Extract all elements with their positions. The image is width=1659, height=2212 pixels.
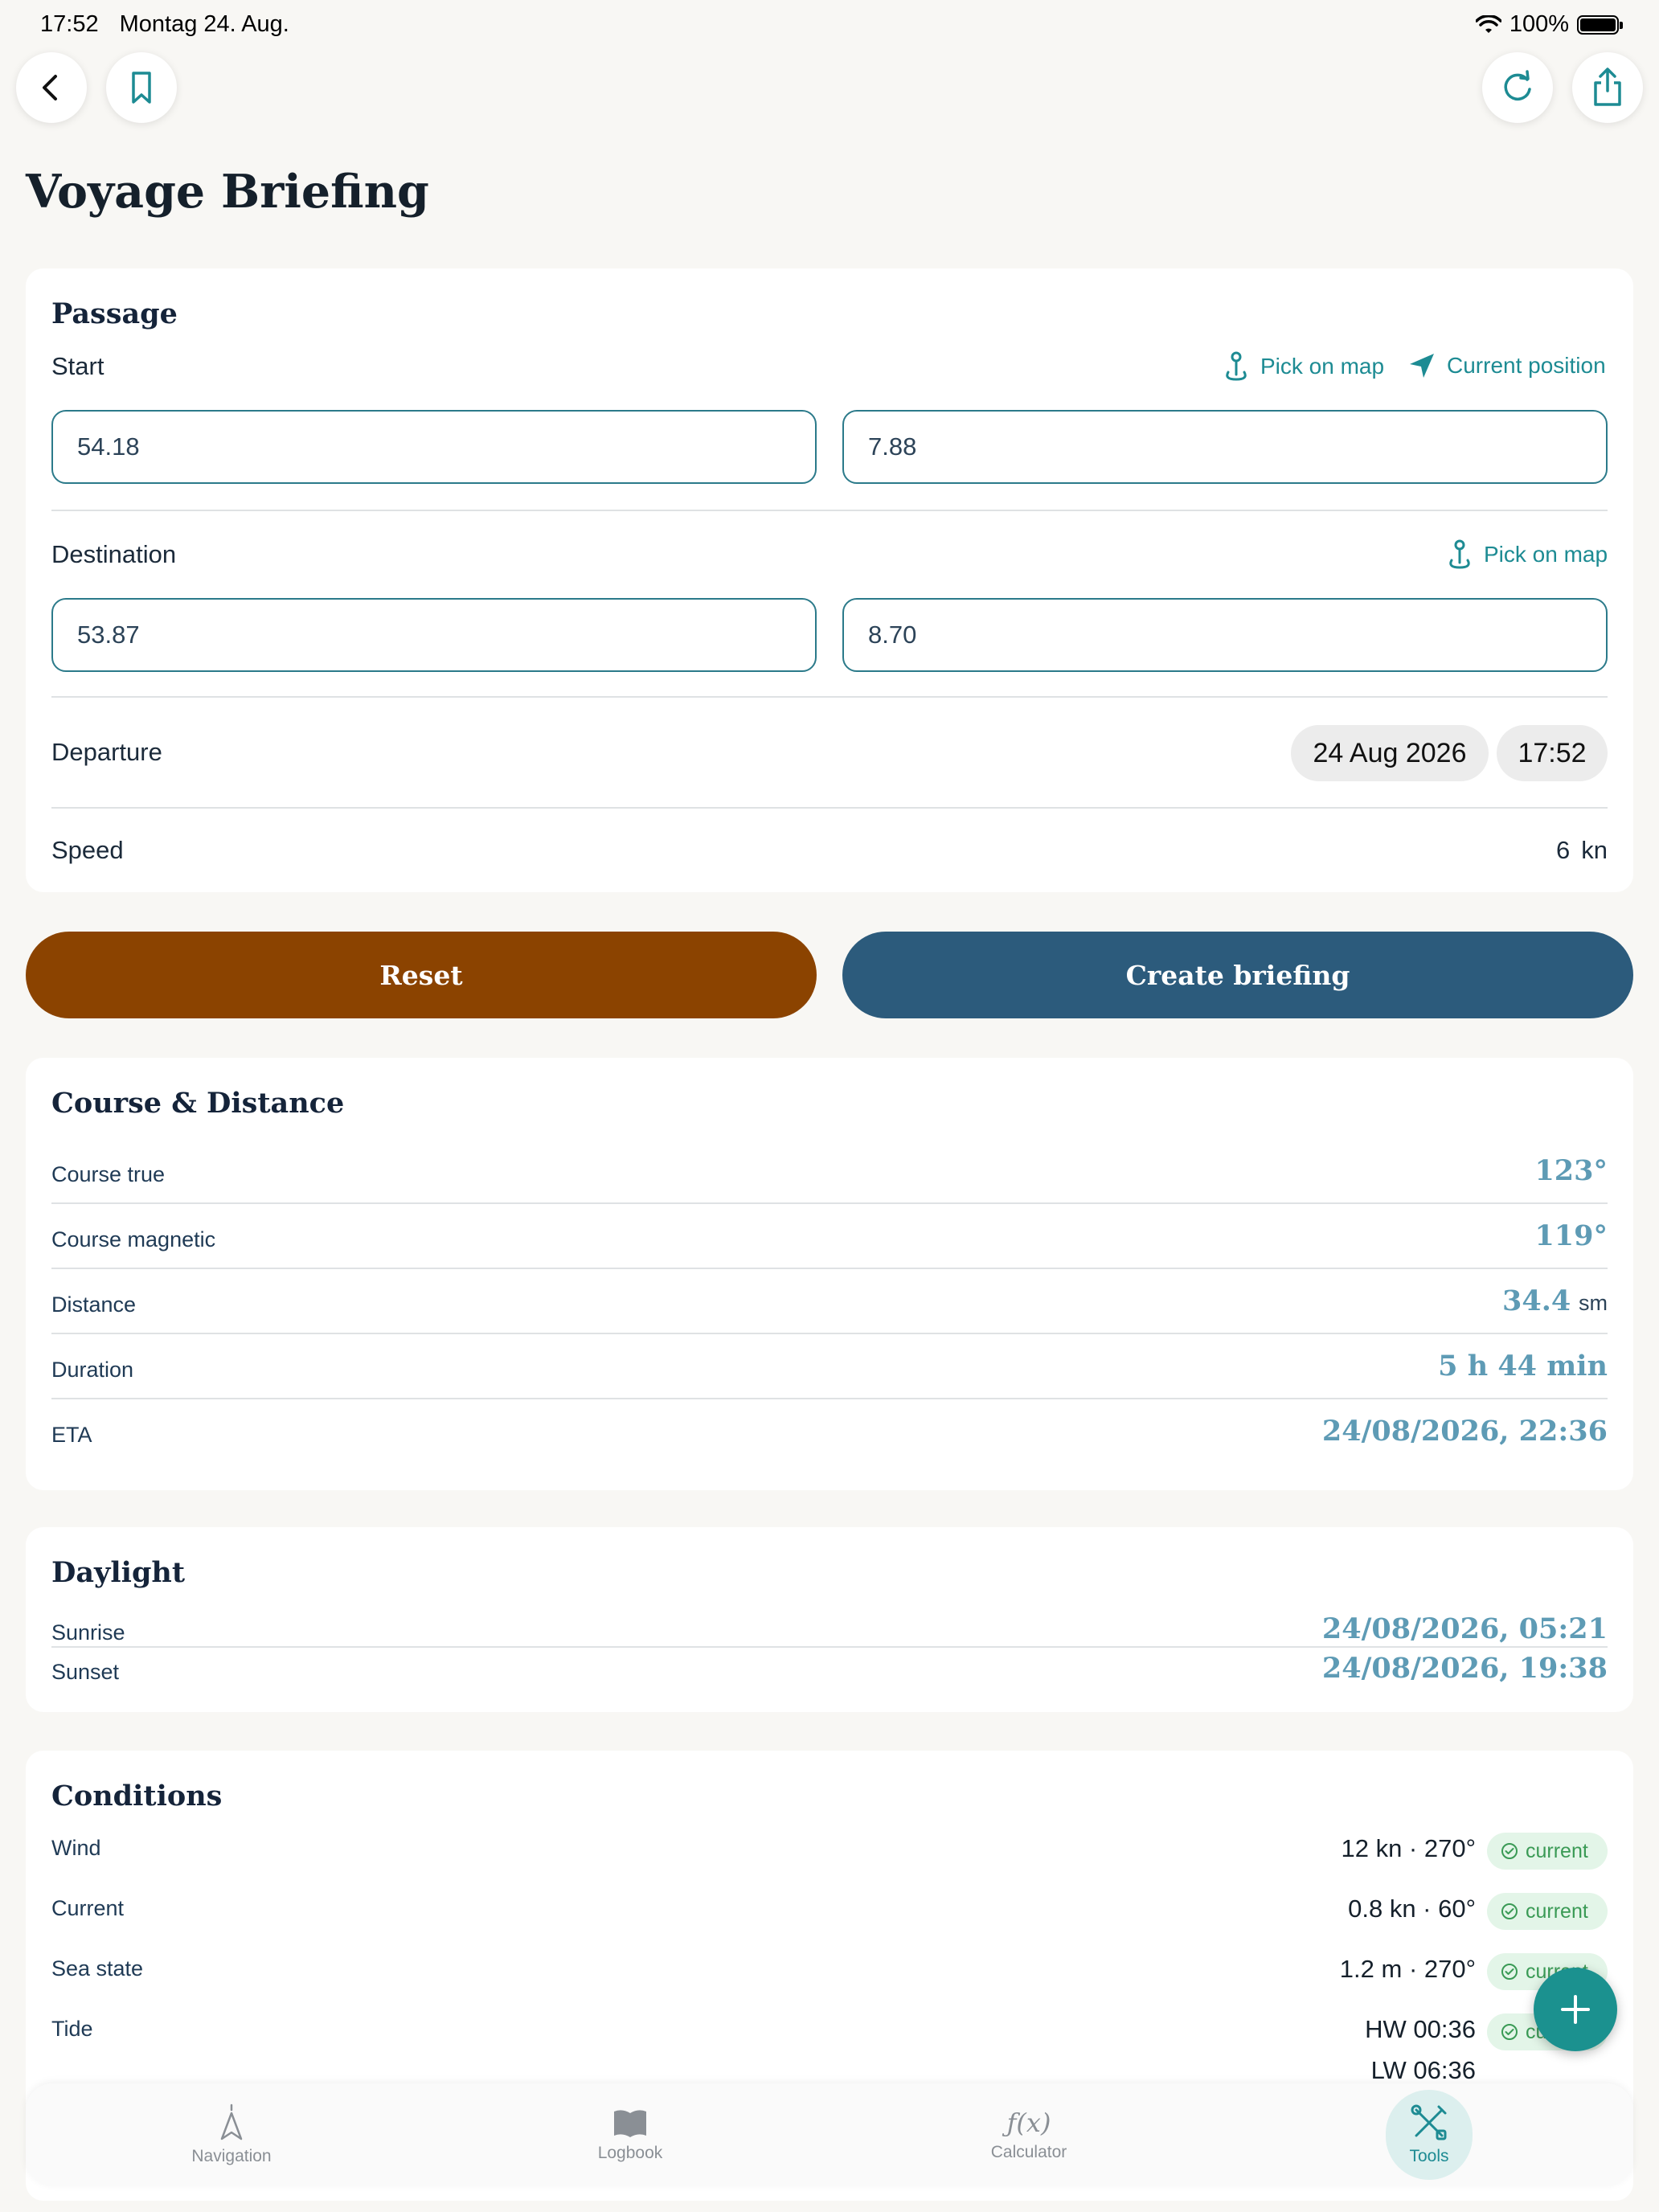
daylight-title: Daylight bbox=[51, 1556, 186, 1589]
wind-current-badge: current bbox=[1487, 1833, 1608, 1870]
speed-field[interactable]: 6 kn bbox=[1556, 836, 1608, 865]
plus-icon bbox=[1561, 1995, 1590, 2024]
sunset-label: Sunset bbox=[51, 1660, 120, 1684]
start-latitude-input[interactable]: 54.18 bbox=[51, 410, 817, 484]
sunrise-label: Sunrise bbox=[51, 1620, 125, 1645]
check-circle-icon bbox=[1501, 2024, 1518, 2040]
check-circle-icon bbox=[1501, 1843, 1518, 1859]
departure-date-picker[interactable]: 24 Aug 2026 bbox=[1291, 725, 1489, 781]
distance-value-row: 34.4 sm bbox=[1502, 1284, 1608, 1317]
refresh-icon bbox=[1504, 70, 1531, 101]
sea-state-label: Sea state bbox=[51, 1956, 144, 1981]
distance-unit: sm bbox=[1579, 1291, 1608, 1315]
tab-logbook[interactable]: Logbook bbox=[534, 2083, 727, 2186]
tab-logbook-label: Logbook bbox=[597, 2144, 663, 2162]
passage-title: Passage bbox=[51, 297, 178, 330]
course-true-label: Course true bbox=[51, 1162, 166, 1186]
distance-label: Distance bbox=[51, 1292, 137, 1317]
page-title: Voyage Briefing bbox=[26, 165, 429, 219]
current-value: 0.8 kn · 60° bbox=[1348, 1895, 1476, 1923]
start-pick-on-map-button[interactable]: Pick on map bbox=[1222, 350, 1384, 383]
chevron-left-icon bbox=[43, 75, 57, 100]
departure-time-picker[interactable]: 17:52 bbox=[1497, 725, 1608, 781]
share-button[interactable] bbox=[1572, 52, 1643, 123]
destination-label: Destination bbox=[51, 540, 177, 568]
course-true-value: 123° bbox=[1534, 1154, 1608, 1187]
tab-tools[interactable]: Tools bbox=[1333, 2083, 1526, 2186]
share-icon bbox=[1594, 68, 1621, 106]
battery-icon bbox=[1577, 14, 1623, 35]
course-magnetic-label: Course magnetic bbox=[51, 1227, 216, 1251]
destination-pick-on-map-button[interactable]: Pick on map bbox=[1445, 539, 1608, 571]
wind-label: Wind bbox=[51, 1836, 101, 1860]
current-current-badge: current bbox=[1487, 1893, 1608, 1930]
conditions-title: Conditions bbox=[51, 1780, 223, 1813]
sunrise-value: 24/08/2026, 05:21 bbox=[1321, 1612, 1608, 1645]
duration-value: 5 h 44 min bbox=[1438, 1350, 1608, 1382]
reset-button[interactable]: Reset bbox=[26, 932, 817, 1018]
tab-bar: Navigation Logbook ƒ(x) Calculator Tools bbox=[26, 2083, 1633, 2186]
battery-percent: 100% bbox=[1509, 11, 1569, 37]
speed-value[interactable]: 6 bbox=[1556, 836, 1570, 865]
create-briefing-button[interactable]: Create briefing bbox=[842, 932, 1633, 1018]
status-bar: 17:52 Montag 24. Aug. 100% bbox=[0, 0, 1659, 51]
book-icon bbox=[614, 2110, 646, 2137]
tide-lw-value: LW 06:36 bbox=[1370, 2056, 1476, 2084]
course-magnetic-value: 119° bbox=[1534, 1219, 1608, 1252]
function-icon: ƒ(x) bbox=[1006, 2108, 1051, 2138]
wind-value: 12 kn · 270° bbox=[1341, 1834, 1476, 1862]
divider bbox=[51, 1333, 1608, 1334]
refresh-button[interactable] bbox=[1482, 52, 1553, 123]
map-pin-icon bbox=[1226, 351, 1247, 381]
divider bbox=[51, 696, 1608, 698]
course-distance-title: Course & Distance bbox=[51, 1087, 345, 1120]
tide-label: Tide bbox=[51, 2017, 93, 2041]
back-button[interactable] bbox=[16, 52, 87, 123]
eta-label: ETA bbox=[51, 1423, 92, 1447]
tab-calculator[interactable]: ƒ(x) Calculator bbox=[932, 2083, 1125, 2186]
speed-label: Speed bbox=[51, 836, 124, 864]
divider bbox=[51, 1202, 1608, 1204]
distance-value: 34.4 bbox=[1502, 1284, 1571, 1317]
divider bbox=[51, 510, 1608, 511]
bookmark-button[interactable] bbox=[106, 52, 177, 123]
tab-calculator-label: Calculator bbox=[990, 2143, 1067, 2161]
passage-card: Passage Start Pick on map Current positi… bbox=[26, 268, 1633, 892]
daylight-card: Daylight Sunrise 24/08/2026, 05:21 Sunse… bbox=[26, 1527, 1633, 1712]
speed-unit: kn bbox=[1581, 836, 1608, 864]
current-label: Current bbox=[51, 1896, 125, 1920]
start-label: Start bbox=[51, 352, 104, 380]
destination-latitude-input[interactable]: 53.87 bbox=[51, 598, 817, 672]
map-pin-icon bbox=[1449, 539, 1470, 569]
sunset-value: 24/08/2026, 19:38 bbox=[1321, 1652, 1608, 1685]
duration-label: Duration bbox=[51, 1358, 134, 1382]
current-position-button[interactable]: Current position bbox=[1407, 350, 1606, 381]
tab-tools-label: Tools bbox=[1409, 2147, 1449, 2165]
status-date: Montag 24. Aug. bbox=[119, 11, 289, 37]
divider bbox=[51, 1268, 1608, 1269]
wifi-icon bbox=[1475, 14, 1501, 33]
add-fab-button[interactable] bbox=[1534, 1968, 1617, 2051]
location-arrow-icon bbox=[1410, 354, 1434, 378]
status-time: 17:52 bbox=[40, 11, 99, 37]
compass-arrow-icon bbox=[220, 2103, 243, 2140]
departure-label: Departure bbox=[51, 738, 162, 766]
destination-longitude-input[interactable]: 8.70 bbox=[842, 598, 1608, 672]
tide-hw-value: HW 00:36 bbox=[1365, 2015, 1476, 2043]
divider bbox=[51, 807, 1608, 809]
sea-state-value: 1.2 m · 270° bbox=[1339, 1955, 1476, 1983]
check-circle-icon bbox=[1501, 1964, 1518, 1980]
divider bbox=[51, 1398, 1608, 1399]
course-distance-card: Course & Distance Course true 123° Cours… bbox=[26, 1058, 1633, 1490]
eta-value: 24/08/2026, 22:36 bbox=[1321, 1415, 1608, 1448]
tools-icon bbox=[1411, 2104, 1447, 2140]
tab-navigation[interactable]: Navigation bbox=[135, 2083, 328, 2186]
divider bbox=[51, 1646, 1608, 1648]
check-circle-icon bbox=[1501, 1903, 1518, 1919]
tab-navigation-label: Navigation bbox=[191, 2147, 272, 2165]
start-longitude-input[interactable]: 7.88 bbox=[842, 410, 1608, 484]
bookmark-icon bbox=[132, 72, 151, 104]
